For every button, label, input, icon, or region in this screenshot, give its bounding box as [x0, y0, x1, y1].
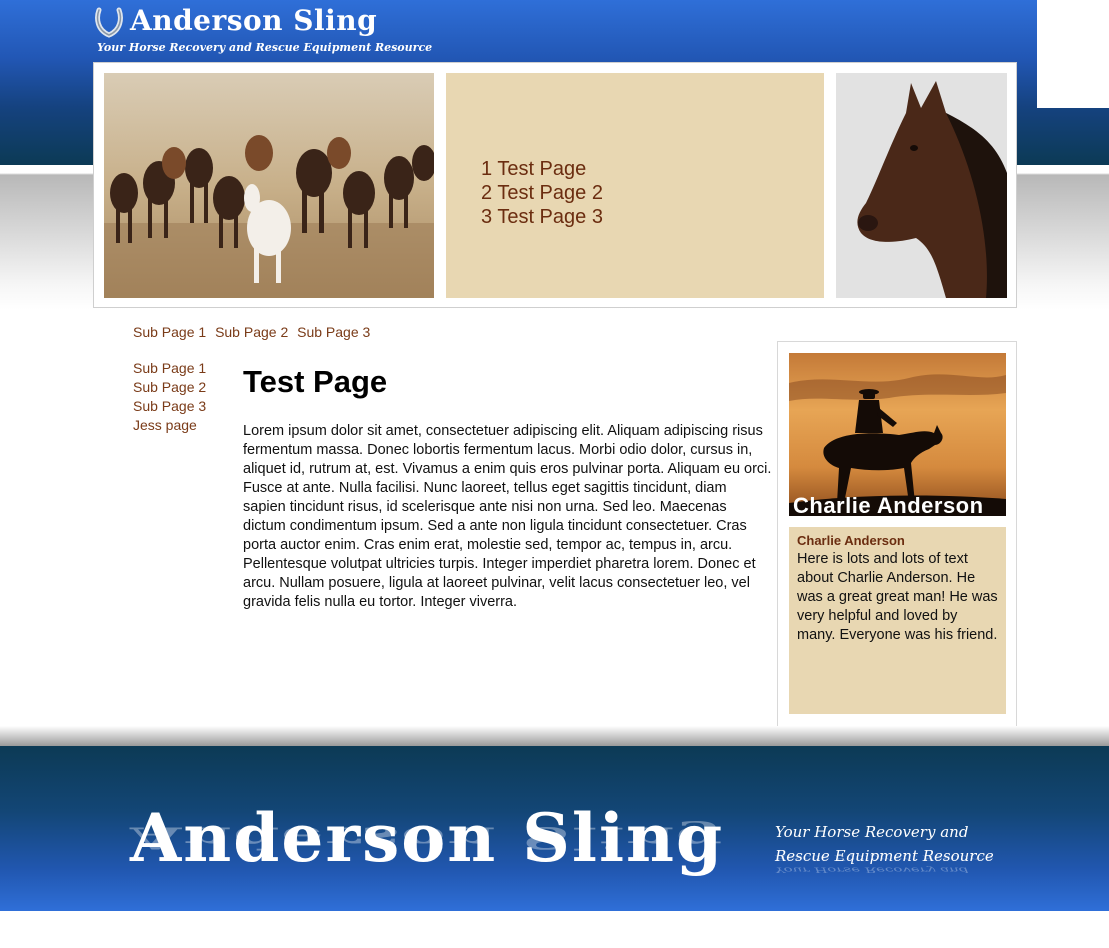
side-navigation: Sub Page 1 Sub Page 2 Sub Page 3 Jess pa…	[133, 359, 206, 435]
profile-description: Here is lots and lots of text about Char…	[797, 551, 998, 643]
profile-card: Charlie Anderson Charlie Anderson Here i…	[777, 341, 1017, 727]
subnav-item[interactable]: Sub Page 3	[297, 324, 370, 340]
site-tagline: Your Horse Recovery and Rescue Equipment…	[97, 41, 433, 54]
footer-divider	[0, 726, 1109, 746]
sidenav-item[interactable]: Sub Page 2	[133, 378, 206, 397]
hero-menu-item[interactable]: 2 Test Page 2	[481, 181, 603, 205]
horse-head-image	[836, 73, 1007, 298]
profile-photo-caption: Charlie Anderson	[793, 493, 984, 516]
hero-menu-item[interactable]: 3 Test Page 3	[481, 205, 603, 229]
sub-navigation: Sub Page 1 Sub Page 2 Sub Page 3	[133, 324, 375, 340]
sidenav-item[interactable]: Sub Page 1	[133, 359, 206, 378]
footer-title-reflection: Anderson Sling	[130, 820, 725, 856]
header-notch	[1037, 0, 1109, 108]
page-title: Test Page	[243, 364, 388, 399]
page-body-text: Lorem ipsum dolor sit amet, consectetuer…	[243, 423, 772, 610]
footer-tagline-reflection: Your Horse Recovery and Rescue Equipment…	[775, 853, 994, 875]
footer-banner: Anderson Sling Anderson Sling Your Horse…	[0, 746, 1109, 911]
sidenav-item[interactable]: Sub Page 3	[133, 397, 206, 416]
profile-info-box: Charlie Anderson Here is lots and lots o…	[789, 527, 1006, 714]
hero-menu-item[interactable]: 1 Test Page	[481, 157, 603, 181]
cowboy-sunset-image: Charlie Anderson	[789, 353, 1006, 516]
horseshoe-icon	[95, 7, 123, 38]
site-title: Anderson Sling	[130, 4, 378, 37]
profile-name: Charlie Anderson	[797, 533, 905, 548]
horse-herd-image	[104, 73, 434, 298]
sidenav-item[interactable]: Jess page	[133, 416, 206, 435]
hero-banner: 1 Test Page 2 Test Page 2 3 Test Page 3	[93, 62, 1017, 308]
subnav-item[interactable]: Sub Page 1	[133, 324, 206, 340]
subnav-item[interactable]: Sub Page 2	[215, 324, 288, 340]
hero-menu: 1 Test Page 2 Test Page 2 3 Test Page 3	[446, 73, 824, 298]
